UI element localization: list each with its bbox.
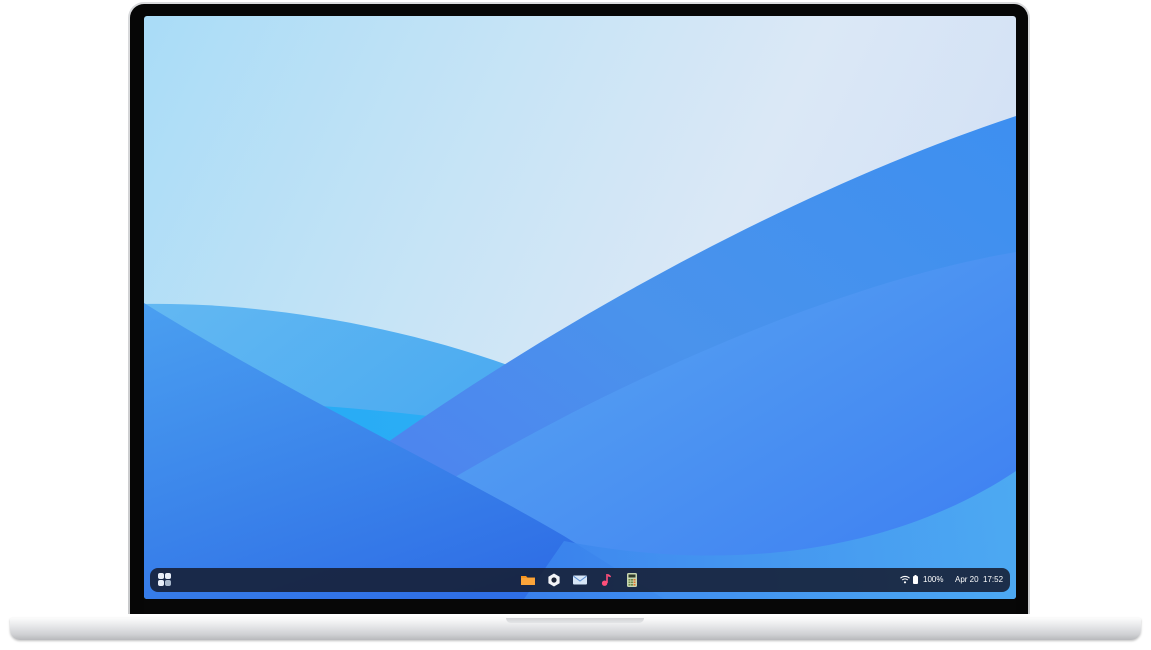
wifi-icon[interactable]	[900, 575, 910, 584]
laptop-base	[10, 618, 1141, 640]
clock-time[interactable]: 17:52	[983, 575, 1003, 585]
taskbar: 100% Apr 20 17:52	[150, 568, 1010, 592]
battery-percentage: 100%	[923, 575, 944, 584]
screen-bottom-bezel	[144, 599, 1016, 614]
calculator-icon[interactable]	[624, 572, 640, 588]
desktop-wallpaper	[144, 116, 1016, 599]
battery-icon[interactable]	[913, 575, 918, 584]
gear-icon[interactable]	[546, 572, 562, 588]
taskbar-dock	[520, 571, 644, 589]
music-note-icon[interactable]	[598, 572, 614, 588]
folder-icon[interactable]	[520, 572, 536, 588]
system-tray[interactable]: 100% Apr 20 17:52	[900, 568, 1004, 592]
desktop-screen: 100% Apr 20 17:52	[144, 16, 1016, 599]
laptop-base-notch	[506, 618, 644, 623]
app-launcher-grid-icon[interactable]	[158, 573, 172, 587]
date-label[interactable]: Apr 20	[955, 575, 979, 585]
mail-icon[interactable]	[572, 572, 588, 588]
laptop-frame: 100% Apr 20 17:52	[0, 0, 1151, 650]
